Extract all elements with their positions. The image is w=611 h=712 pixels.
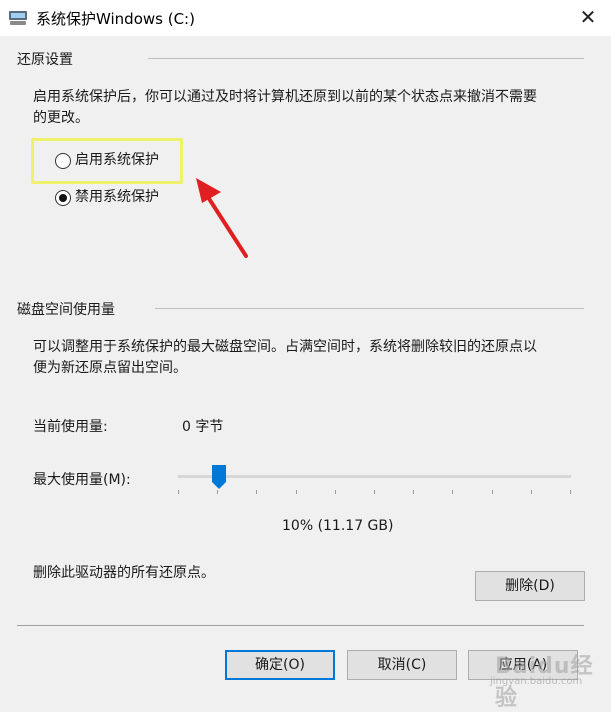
slider-tick — [413, 490, 414, 494]
slider-tick — [256, 490, 257, 494]
current-usage-label: 当前使用量: — [33, 419, 108, 435]
slider-tick — [452, 490, 453, 494]
max-usage-slider-track[interactable] — [178, 475, 571, 478]
system-protection-icon — [9, 11, 27, 25]
group-divider — [155, 308, 584, 309]
max-usage-value: 10% (11.17 GB) — [282, 518, 394, 534]
slider-tick — [492, 490, 493, 494]
slider-tick — [570, 490, 571, 494]
cancel-button[interactable]: 取消(C) — [347, 650, 457, 680]
close-button[interactable]: ✕ — [565, 0, 611, 36]
slider-tick — [374, 490, 375, 494]
delete-button[interactable]: 删除(D) — [475, 571, 585, 601]
red-arrow-annotation — [196, 178, 248, 258]
restore-settings-title: 还原设置 — [17, 52, 73, 68]
slider-tick — [296, 490, 297, 494]
footer-separator — [17, 625, 584, 626]
group-divider — [148, 58, 584, 59]
slider-tick — [178, 490, 179, 494]
ok-button[interactable]: 确定(O) — [225, 650, 335, 680]
radio-button[interactable] — [55, 153, 71, 169]
title-bar: 系统保护Windows (C:) ✕ — [0, 0, 611, 36]
slider-tick — [335, 490, 336, 494]
current-usage-value: 0 字节 — [182, 419, 224, 435]
disk-description-line2: 便为新还原点留出空间。 — [33, 360, 187, 376]
restore-description-line1: 启用系统保护后，你可以通过及时将计算机还原到以前的某个状态点来撤消不需要 — [33, 89, 537, 105]
watermark-url: jingyan.baidu.com — [490, 676, 583, 687]
max-usage-slider-thumb[interactable] — [212, 465, 226, 489]
radio-button-selected[interactable] — [55, 190, 71, 206]
restore-description-line2: 的更改。 — [33, 110, 89, 126]
delete-description: 删除此驱动器的所有还原点。 — [33, 565, 215, 581]
slider-tick — [531, 490, 532, 494]
radio-label-enable[interactable]: 启用系统保护 — [75, 149, 159, 171]
slider-ticks — [178, 490, 571, 494]
slider-tick — [217, 490, 218, 494]
radio-label-disable[interactable]: 禁用系统保护 — [75, 186, 159, 208]
window-title: 系统保护Windows (C:) — [36, 10, 195, 28]
radio-selected-dot — [59, 194, 67, 202]
disk-usage-title: 磁盘空间使用量 — [17, 302, 115, 318]
disk-description-line1: 可以调整用于系统保护的最大磁盘空间。占满空间时，系统将删除较旧的还原点以 — [33, 339, 537, 355]
max-usage-label: 最大使用量(M): — [33, 472, 131, 488]
